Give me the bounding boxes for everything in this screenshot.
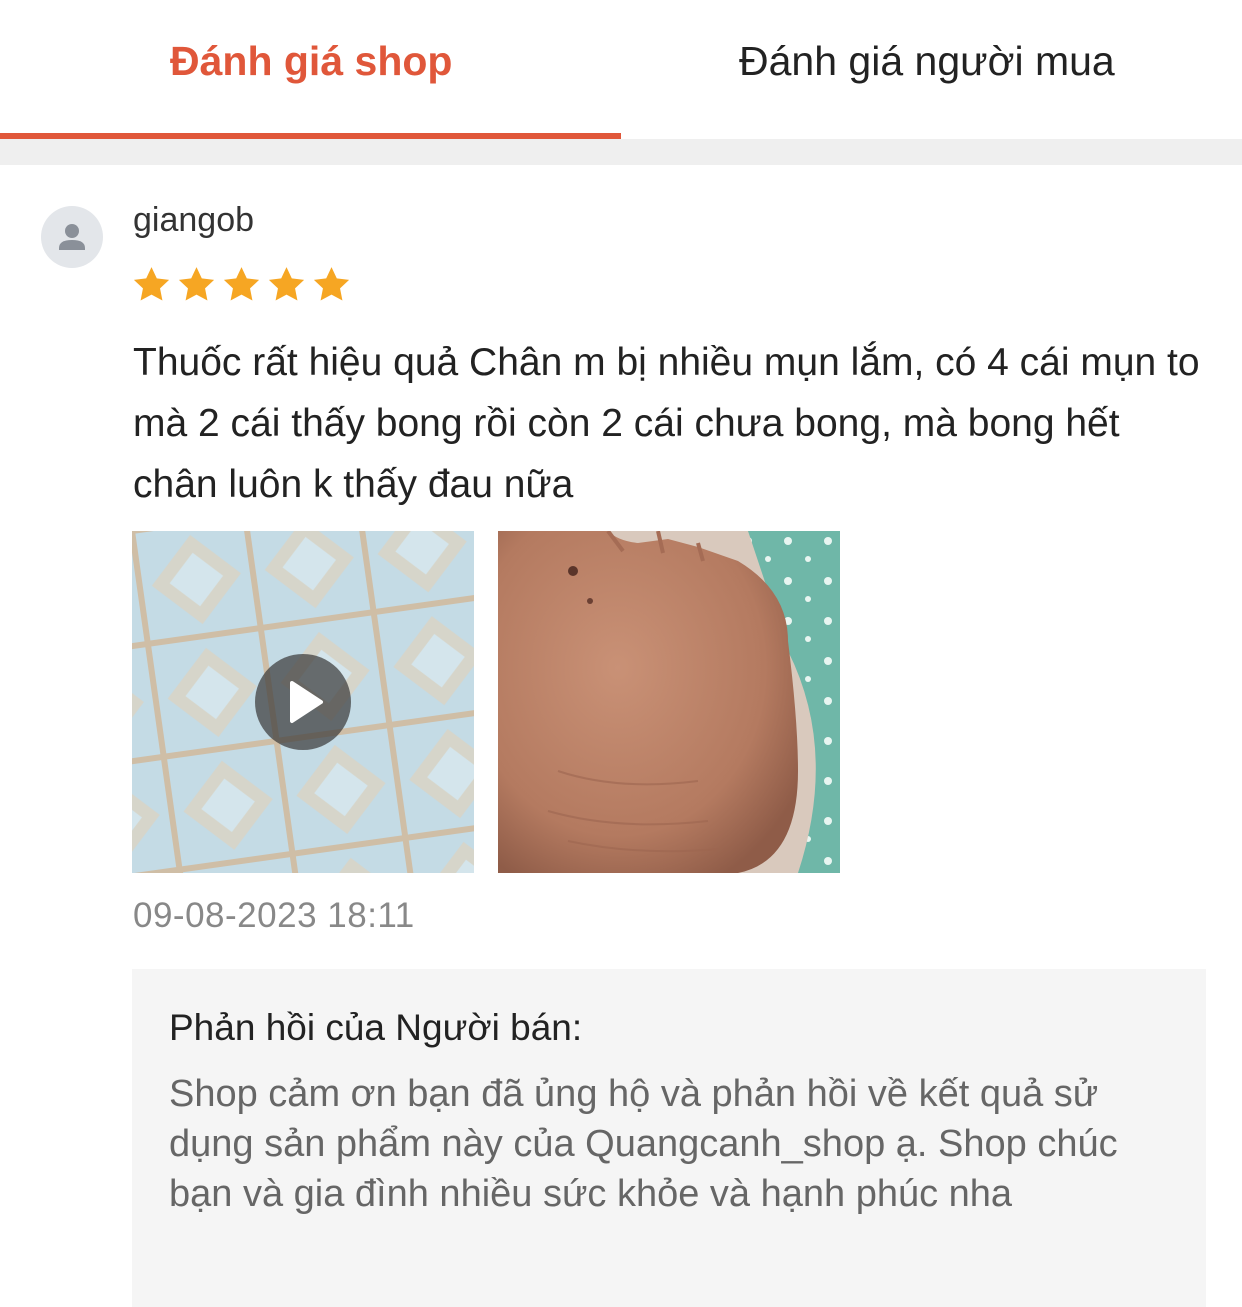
star-icon bbox=[223, 267, 260, 301]
tab-buyer-reviews[interactable]: Đánh giá người mua bbox=[621, 0, 1242, 134]
review-video-thumbnail[interactable] bbox=[132, 531, 474, 873]
seller-reply-title: Phản hồi của Người bán: bbox=[169, 1007, 583, 1048]
seller-reply: Phản hồi của Người bán: Shop cảm ơn bạn … bbox=[132, 969, 1206, 1307]
tab-shop-reviews-label: Đánh giá shop bbox=[170, 38, 453, 84]
user-icon bbox=[59, 224, 85, 250]
review-text: Thuốc rất hiệu quả Chân m bị nhiều mụn l… bbox=[133, 341, 1200, 506]
review-tabs: Đánh giá shop Đánh giá người mua bbox=[0, 0, 1242, 140]
avatar[interactable] bbox=[41, 206, 103, 268]
star-icon bbox=[268, 267, 305, 301]
star-icon bbox=[178, 267, 215, 301]
section-divider bbox=[0, 139, 1242, 165]
play-button[interactable] bbox=[255, 654, 351, 750]
review-photo[interactable] bbox=[498, 531, 840, 873]
review-timestamp: 09-08-2023 18:11 bbox=[133, 896, 415, 935]
star-icon bbox=[313, 267, 350, 301]
star-icon bbox=[133, 267, 170, 301]
tab-shop-reviews[interactable]: Đánh giá shop bbox=[0, 0, 621, 134]
foot-photo bbox=[498, 531, 840, 873]
seller-reply-text: Shop cảm ơn bạn đã ủng hộ và phản hồi về… bbox=[169, 1073, 1118, 1215]
reviewer-username: giangob bbox=[133, 201, 255, 239]
rating-stars bbox=[131, 264, 352, 305]
tab-buyer-reviews-label: Đánh giá người mua bbox=[739, 38, 1115, 84]
play-icon bbox=[290, 681, 323, 723]
